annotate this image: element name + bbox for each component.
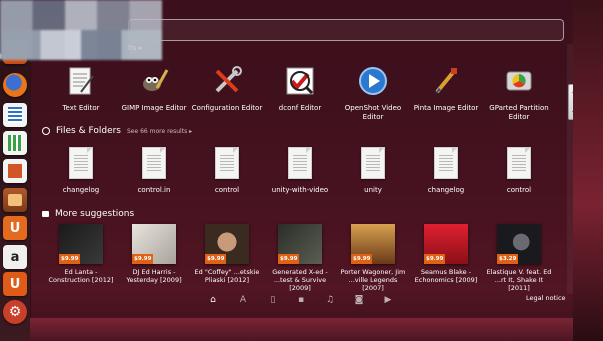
firefox-launcher[interactable] <box>3 73 27 97</box>
libreoffice-calc-launcher[interactable] <box>3 131 27 155</box>
apps-lens-icon[interactable]: A <box>238 295 248 305</box>
breadcrumb: lts ▸ <box>128 44 143 52</box>
ubuntu-one-icon: U <box>9 220 21 236</box>
text-editor-icon <box>64 64 98 98</box>
suggestion-result[interactable]: $9.99 DJ Ed Harris - Yesterday [2009] <box>120 224 188 284</box>
price-badge: $9.99 <box>205 254 227 264</box>
price-badge: $9.99 <box>132 254 154 264</box>
lens-bar: ⌂ A ▯ ▪ ♫ ◙ ▶ <box>30 291 573 310</box>
album-cover: $9.99 <box>424 224 468 264</box>
writer-icon <box>8 107 22 123</box>
text-file-icon <box>429 146 463 180</box>
price-badge: $9.99 <box>424 254 446 264</box>
amazon-launcher[interactable]: a <box>3 245 27 269</box>
search-input[interactable] <box>128 19 564 41</box>
ubuntu-one-music-launcher[interactable]: U <box>3 272 27 296</box>
text-file-icon <box>137 146 171 180</box>
openshot-icon <box>356 64 390 98</box>
file-result[interactable]: changelog <box>45 146 117 195</box>
text-file-icon <box>64 146 98 180</box>
gimp-icon <box>137 64 171 98</box>
dconf-icon <box>283 64 317 98</box>
text-file-icon <box>210 146 244 180</box>
text-file-icon <box>356 146 390 180</box>
price-badge: $9.99 <box>59 254 81 264</box>
album-cover: $3.29 <box>497 224 541 264</box>
suggestion-result[interactable]: $9.99 Ed "Coffey" ...etskie Pliaski [201… <box>193 224 261 284</box>
ubuntu-one-launcher[interactable]: U <box>3 216 27 240</box>
shopping-bag-icon <box>8 194 22 206</box>
text-file-icon <box>283 146 317 180</box>
app-gparted[interactable]: GParted Partition Editor <box>483 64 555 122</box>
impress-icon <box>8 164 22 178</box>
amazon-icon: a <box>10 249 20 265</box>
suggestion-result[interactable]: $9.99 Porter Wagoner, Jim ...ville Legen… <box>339 224 407 292</box>
file-result[interactable]: control <box>483 146 555 195</box>
legal-notice-link[interactable]: Legal notice <box>526 294 566 302</box>
pinta-icon <box>429 64 463 98</box>
software-center-launcher[interactable] <box>3 188 27 212</box>
files-section-header: Files & Folders See 66 more results ▸ <box>42 126 192 136</box>
album-cover: $9.99 <box>132 224 176 264</box>
album-cover: $9.99 <box>59 224 103 264</box>
app-configuration-editor[interactable]: Configuration Editor <box>191 64 263 113</box>
desktop: U a U ⚙ lts ▸ Text Editor GIMP Image Edi… <box>0 0 603 341</box>
app-text-editor[interactable]: Text Editor <box>45 64 117 113</box>
video-lens-icon[interactable]: ▶ <box>383 295 393 305</box>
music-lens-icon[interactable]: ♫ <box>325 295 335 305</box>
file-result[interactable]: unity-with-video <box>264 146 336 195</box>
libreoffice-writer-launcher[interactable] <box>3 103 27 127</box>
desktop-edge <box>573 0 603 341</box>
social-lens-icon[interactable]: ▪ <box>296 295 306 305</box>
file-result[interactable]: changelog <box>410 146 482 195</box>
price-badge: $9.99 <box>351 254 373 264</box>
app-gimp[interactable]: GIMP Image Editor <box>118 64 190 113</box>
clock-icon <box>42 127 50 135</box>
file-result[interactable]: control <box>191 146 263 195</box>
suggestions-section-header: More suggestions <box>42 209 134 219</box>
file-result[interactable]: unity <box>337 146 409 195</box>
suggestion-result[interactable]: $9.99 Generated X-ed - ...test & Survive… <box>266 224 334 292</box>
shopping-bag-icon <box>42 211 49 217</box>
file-result[interactable]: control.in <box>118 146 190 195</box>
see-more-link[interactable]: See 66 more results ▸ <box>127 128 192 135</box>
app-openshot[interactable]: OpenShot Video Editor <box>337 64 409 122</box>
price-badge: $3.29 <box>497 254 519 264</box>
suggestion-result[interactable]: $9.99 Seamus Blake - Echonomics [2009] <box>412 224 480 284</box>
gear-icon: ⚙ <box>8 304 22 320</box>
suggestion-result[interactable]: $3.29 Elastique V. feat. Ed ...rt It, Sh… <box>485 224 553 292</box>
suggestions-section-title: More suggestions <box>55 209 135 219</box>
desktop-bottom <box>30 318 573 341</box>
app-dconf-editor[interactable]: dconf Editor <box>264 64 336 113</box>
gparted-icon <box>502 64 536 98</box>
price-badge: $9.99 <box>278 254 300 264</box>
files-section-title: Files & Folders <box>56 126 121 136</box>
system-settings-launcher[interactable]: ⚙ <box>3 300 27 324</box>
home-lens-icon[interactable]: ⌂ <box>208 295 218 305</box>
album-cover: $9.99 <box>278 224 322 264</box>
libreoffice-impress-launcher[interactable] <box>3 159 27 183</box>
photo-lens-icon[interactable]: ◙ <box>354 295 364 305</box>
files-lens-icon[interactable]: ▯ <box>268 295 278 305</box>
ubuntu-one-music-icon: U <box>9 276 21 292</box>
app-pinta[interactable]: Pinta Image Editor <box>410 64 482 113</box>
tools-icon <box>210 64 244 98</box>
album-cover: $9.99 <box>351 224 395 264</box>
text-file-icon <box>502 146 536 180</box>
album-cover: $9.99 <box>205 224 249 264</box>
suggestion-result[interactable]: $9.99 Ed Lanta - Construction [2012] <box>47 224 115 284</box>
calc-icon <box>8 135 22 151</box>
